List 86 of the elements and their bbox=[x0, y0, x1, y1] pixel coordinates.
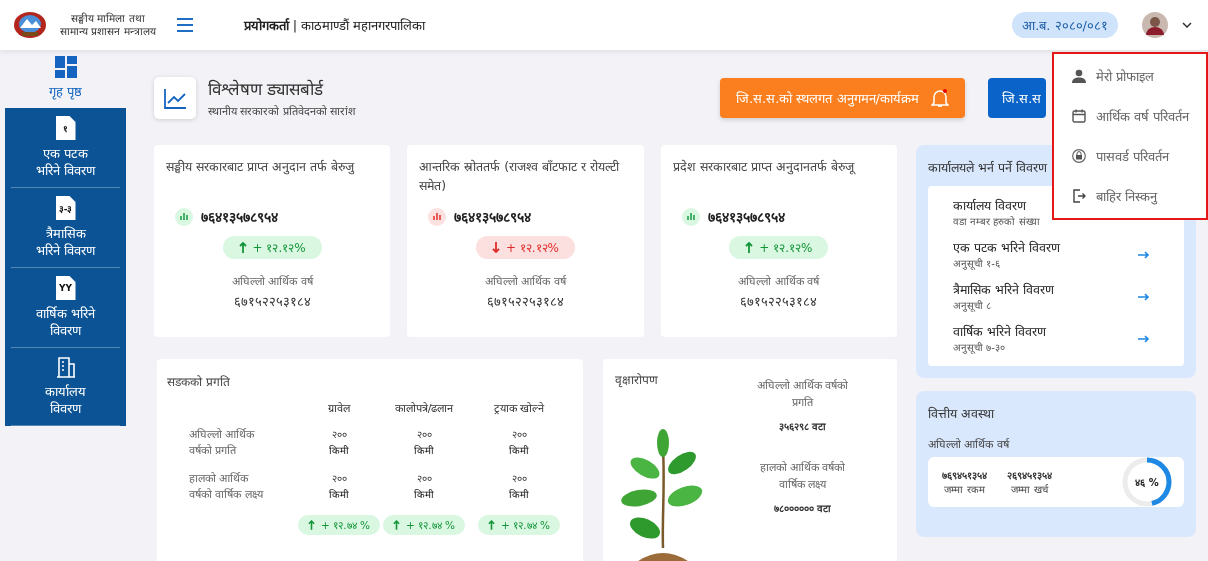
row-label: हालको आर्थिक वर्षको वार्षिक लक्ष्य bbox=[189, 471, 265, 503]
card-title: सडकको प्रगति bbox=[167, 375, 230, 389]
avatar-icon[interactable] bbox=[1142, 12, 1168, 38]
previous-progress-value: ३५६२९८ वटा bbox=[778, 420, 827, 433]
document-icon: १ bbox=[55, 116, 76, 140]
previous-year-label: अघिल्लो आर्थिक वर्ष bbox=[231, 274, 313, 288]
previous-year-value: ६७१५२२५३१८४ bbox=[233, 293, 311, 310]
document-icon: YY bbox=[55, 276, 76, 300]
total-label: जम्मा रकम bbox=[944, 483, 985, 496]
menu-icon[interactable] bbox=[175, 18, 194, 32]
arrow-up-icon bbox=[308, 520, 316, 530]
previous-year-value: ६७१५२२५३१८४ bbox=[487, 293, 564, 310]
arrow-up-icon bbox=[488, 520, 496, 530]
sidebar-item[interactable]: गृह पृष्ठ bbox=[5, 50, 126, 108]
arrow-right-icon bbox=[1138, 292, 1150, 301]
ministry-name: सामान्य प्रशासन मन्त्रालय bbox=[60, 25, 156, 38]
document-icon: ३-३ bbox=[55, 196, 76, 220]
stat-title: आन्तरिक स्रोततर्फ (राजश्व बाँटफाट र रोयल्टी समेत) bbox=[419, 158, 621, 195]
previous-progress-label: अघिल्लो आर्थिक वर्षको प्रगति bbox=[755, 378, 850, 411]
menu-item[interactable]: मेरो प्रोफाइल bbox=[1054, 56, 1206, 96]
emblem-logo bbox=[12, 10, 48, 40]
user-office-label: प्रयोगकर्ता | काठमाण्डौं महानगरपालिका bbox=[243, 17, 426, 34]
arrow-right-icon bbox=[1138, 334, 1150, 343]
stat-value: ७६४१३५७८९५४ bbox=[201, 208, 278, 226]
lock-icon bbox=[1072, 149, 1086, 163]
previous-year-label: अघिल्लो आर्थिक वर्ष bbox=[485, 274, 566, 288]
menu-item[interactable]: पासवर्ड परिवर्तन bbox=[1054, 136, 1206, 176]
form-link[interactable]: त्रैमासिक भरिने विवरण अनुसूची ८ bbox=[928, 276, 1184, 318]
change-badge: + १२.७४ % bbox=[383, 515, 465, 535]
percent-label: ४६ % bbox=[1135, 476, 1159, 489]
dashboard-icon bbox=[54, 56, 77, 78]
fiscal-year-badge[interactable]: आ.ब. २०८०/०८१ bbox=[1012, 12, 1118, 38]
logout-icon bbox=[1072, 189, 1086, 203]
total-amount: ७६९४५१३५४ bbox=[942, 469, 987, 482]
panel-title: कार्यालयले भर्न पर्ने विवरण bbox=[928, 160, 1047, 175]
row-label: अघिल्लो आर्थिक वर्षको प्रगति bbox=[189, 427, 256, 459]
period-label: अघिल्लो आर्थिक वर्ष bbox=[928, 437, 1011, 451]
column-header: ट्रयाक खोल्ने bbox=[492, 401, 546, 415]
change-badge: + १२.७४ % bbox=[298, 515, 380, 535]
sidebar-item[interactable]: ३-३ त्रैमासिक भरिने विवरण bbox=[11, 188, 120, 268]
card-title: वृक्षारोपण bbox=[615, 372, 659, 388]
calendar-icon bbox=[1072, 109, 1086, 123]
spent-amount: २६९४५१३५४ bbox=[1007, 469, 1052, 482]
menu-item[interactable]: बाहिर निस्कनु bbox=[1054, 176, 1206, 216]
stat-title: प्रदेश सरकारबाट प्राप्त अनुदानतर्फ बेरुजू bbox=[672, 158, 857, 177]
table-cell-text: २०० किमी bbox=[413, 428, 435, 458]
table-cell-text: २०० किमी bbox=[328, 428, 350, 458]
column-header: कालोपत्रे/ढलान bbox=[393, 401, 455, 415]
form-link[interactable]: वार्षिक भरिने विवरण अनुसूची ७-३० bbox=[928, 318, 1184, 360]
previous-year-label: अघिल्लो आर्थिक वर्ष bbox=[738, 274, 820, 288]
arrow-up-icon bbox=[393, 520, 401, 530]
sidebar-item[interactable]: कार्यालय विवरण bbox=[11, 348, 120, 426]
previous-year-value: ६७१५२२५३१८४ bbox=[740, 293, 818, 310]
chevron-down-icon[interactable] bbox=[1182, 22, 1192, 28]
stat-value: ७६४१३५७८९५४ bbox=[707, 208, 785, 226]
table-cell-text: २०० किमी bbox=[413, 472, 435, 502]
ministry-name: सङ्घीय मामिला तथा bbox=[71, 12, 145, 25]
trend-chart-icon bbox=[154, 76, 196, 119]
change-badge: + १२.१२% bbox=[222, 236, 322, 259]
target-label: हालको आर्थिक वर्षको वार्षिक लक्ष्य bbox=[758, 460, 847, 493]
arrow-down-icon bbox=[491, 242, 500, 253]
change-badge: + १२.१२% bbox=[475, 236, 576, 259]
menu-item[interactable]: आर्थिक वर्ष परिवर्तन bbox=[1054, 96, 1206, 136]
dashboard-title: विश्लेषण ड्यासबोर्ड bbox=[208, 78, 325, 100]
arrow-right-icon bbox=[1138, 250, 1150, 259]
sidebar-item[interactable]: YY वार्षिक भरिने विवरण bbox=[11, 268, 120, 348]
sidebar-item[interactable]: १ एक पटक भरिने विवरण bbox=[11, 108, 120, 188]
bell-icon bbox=[931, 87, 949, 108]
column-header: ग्रावेल bbox=[327, 401, 352, 415]
arrow-up-icon bbox=[238, 242, 247, 253]
action-button[interactable]: जि.स.स bbox=[988, 77, 1046, 118]
stat-title: सङ्घीय सरकारबाट प्राप्त अनुदान तर्फ बेरुजु bbox=[166, 158, 356, 177]
stat-value: ७६४१३५७८९५४ bbox=[454, 208, 532, 226]
spent-label: जम्मा खर्च bbox=[1011, 483, 1048, 496]
person-icon bbox=[1072, 69, 1086, 83]
form-link[interactable]: एक पटक भरिने विवरण अनुसूची १-६ bbox=[928, 234, 1184, 276]
target-value: ७८०००००० वटा bbox=[773, 502, 832, 515]
change-badge: + १२.१२% bbox=[729, 236, 829, 259]
arrow-up-icon bbox=[745, 242, 754, 253]
change-badge: + १२.७४ % bbox=[478, 515, 560, 535]
building-icon bbox=[54, 356, 77, 378]
table-cell-text: २०० किमी bbox=[508, 428, 530, 458]
table-cell-text: २०० किमी bbox=[328, 472, 350, 502]
dashboard-subtitle: स्थानीय सरकारको प्रतिवेदनको सारांश bbox=[208, 104, 356, 118]
panel-title: वित्तीय अवस्था bbox=[928, 406, 994, 421]
table-cell-text: २०० किमी bbox=[508, 472, 530, 502]
